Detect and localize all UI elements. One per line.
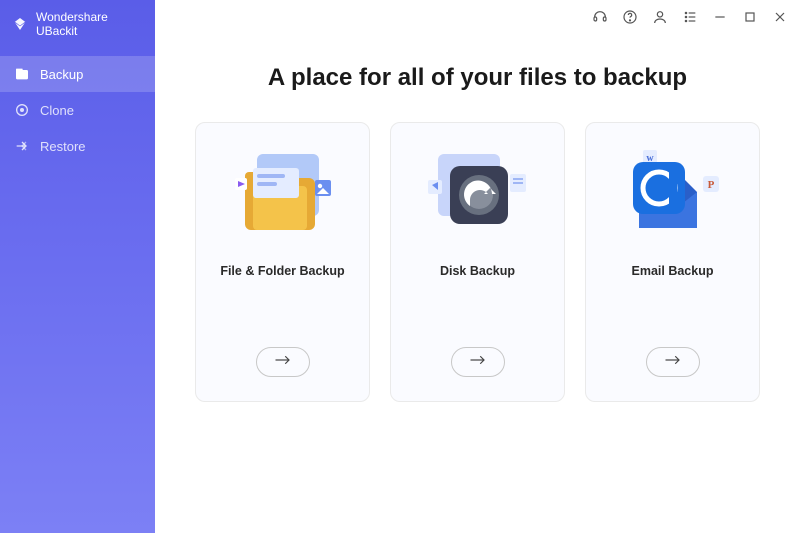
- sidebar-item-clone[interactable]: Clone: [0, 92, 155, 128]
- brand-name: Wondershare UBackit: [36, 10, 143, 38]
- support-icon[interactable]: [592, 9, 608, 25]
- svg-text:P: P: [707, 179, 714, 191]
- close-icon[interactable]: [772, 9, 788, 25]
- main-area: A place for all of your files to backup: [155, 0, 800, 533]
- brand: Wondershare UBackit: [0, 0, 155, 56]
- arrow-right-icon: [469, 353, 487, 371]
- email-icon: w P: [613, 141, 733, 246]
- menu-icon[interactable]: [682, 9, 698, 25]
- help-icon[interactable]: [622, 9, 638, 25]
- arrow-right-icon: [664, 353, 682, 371]
- sidebar-item-restore[interactable]: Restore: [0, 128, 155, 164]
- proceed-button[interactable]: [646, 347, 700, 377]
- card-email-backup[interactable]: w P Email Backup: [585, 122, 760, 402]
- maximize-icon[interactable]: [742, 9, 758, 25]
- arrow-right-icon: [274, 353, 292, 371]
- folder-icon: [223, 141, 343, 246]
- app-logo-icon: [12, 16, 28, 32]
- cards-row: File & Folder Backup: [195, 122, 760, 402]
- card-title: File & Folder Backup: [220, 264, 344, 278]
- content: A place for all of your files to backup: [155, 34, 800, 533]
- sidebar-item-label: Clone: [40, 103, 74, 118]
- proceed-button[interactable]: [451, 347, 505, 377]
- proceed-button[interactable]: [256, 347, 310, 377]
- titlebar: [155, 0, 800, 34]
- disk-icon: [418, 141, 538, 246]
- card-title: Disk Backup: [440, 264, 515, 278]
- card-title: Email Backup: [632, 264, 714, 278]
- clone-icon: [14, 102, 30, 118]
- sidebar: Wondershare UBackit Backup Clone Restore: [0, 0, 155, 533]
- card-file-folder-backup[interactable]: File & Folder Backup: [195, 122, 370, 402]
- restore-icon: [14, 138, 30, 154]
- page-title: A place for all of your files to backup: [195, 64, 760, 92]
- card-disk-backup[interactable]: Disk Backup: [390, 122, 565, 402]
- sidebar-item-backup[interactable]: Backup: [0, 56, 155, 92]
- account-icon[interactable]: [652, 9, 668, 25]
- minimize-icon[interactable]: [712, 9, 728, 25]
- sidebar-item-label: Backup: [40, 67, 83, 82]
- sidebar-item-label: Restore: [40, 139, 86, 154]
- backup-icon: [14, 66, 30, 82]
